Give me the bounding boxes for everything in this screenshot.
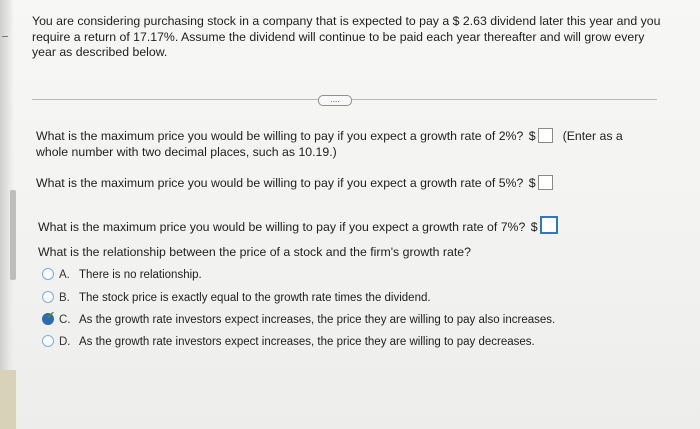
answer-input-2[interactable] [537, 175, 553, 190]
answer-input-1[interactable] [537, 128, 553, 143]
option-b[interactable]: B. The stock price is exactly equal to th… [42, 291, 431, 305]
option-text: The stock price is exactly equal to the … [79, 292, 431, 304]
option-text: There is no relationship. [79, 269, 202, 281]
question-2-text: What is the maximum price you would be w… [36, 176, 524, 190]
radio-button-icon[interactable] [42, 335, 54, 347]
mc-question: What is the relationship between the pri… [38, 245, 471, 259]
option-c[interactable]: ✔ C. As the growth rate investors expect i… [42, 310, 556, 327]
left-tick [2, 36, 8, 37]
radio-button-icon[interactable] [42, 268, 54, 280]
option-letter: C. [59, 314, 71, 326]
checkmark-icon: ✔ [46, 310, 56, 322]
problem-statement: You are considering purchasing stock in … [32, 14, 661, 59]
left-edge-block [0, 370, 16, 429]
option-text: As the growth rate investors expect incr… [79, 336, 535, 348]
question-2: What is the maximum price you would be w… [36, 175, 553, 192]
option-text: As the growth rate investors expect incr… [79, 314, 556, 326]
option-letter: B. [59, 292, 70, 304]
answer-input-3[interactable] [539, 216, 558, 234]
option-a[interactable]: A. There is no relationship. [42, 268, 202, 282]
currency-symbol: $ [528, 129, 536, 143]
option-d[interactable]: D. As the growth rate investors expect in… [42, 335, 535, 349]
radio-button-icon[interactable] [42, 291, 54, 303]
question-3: What is the maximum price you would be w… [38, 216, 558, 236]
option-letter: D. [59, 336, 71, 348]
left-scroll-marker [10, 190, 16, 280]
question-3-text: What is the maximum price you would be w… [38, 220, 526, 234]
currency-symbol: $ [528, 176, 536, 190]
page: You are considering purchasing stock in … [0, 0, 700, 429]
expand-more-button[interactable]: .... [318, 95, 352, 106]
radio-button-selected-icon[interactable]: ✔ [42, 310, 56, 325]
question-1: What is the maximum price you would be w… [36, 128, 651, 160]
currency-symbol: $ [530, 220, 538, 234]
option-letter: A. [59, 269, 70, 281]
question-1-text: What is the maximum price you would be w… [36, 129, 524, 143]
